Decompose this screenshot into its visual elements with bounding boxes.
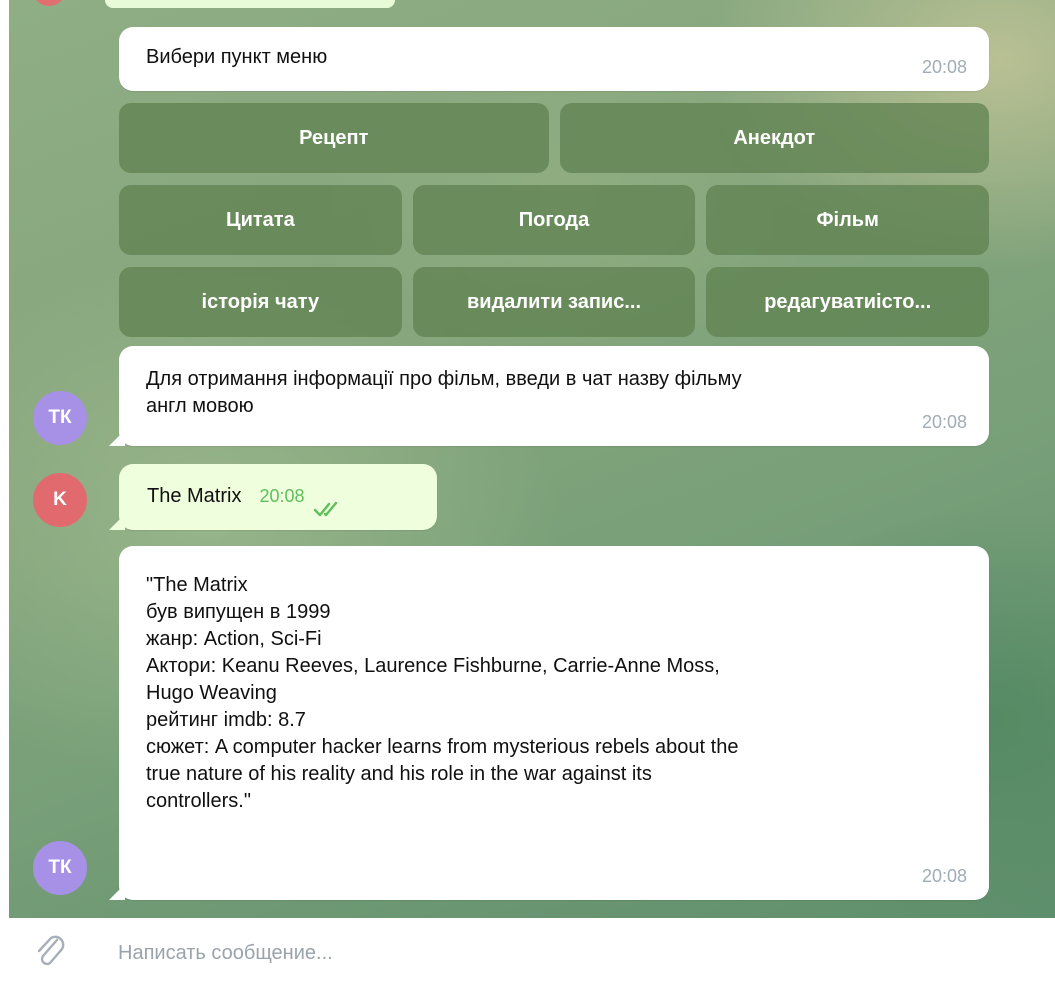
previous-message-bubble [105, 0, 395, 8]
user-avatar[interactable]: K [33, 473, 87, 527]
keyboard-button-recipe[interactable]: Рецепт [119, 103, 549, 173]
keyboard-button-quote[interactable]: Цитата [119, 185, 402, 255]
message-time: 20:08 [921, 57, 967, 77]
message-text: The Matrix [147, 485, 242, 507]
film-prompt-message: Для отримання інформації про фільм, введ… [109, 346, 989, 446]
keyboard-button-film[interactable]: Фільм [706, 185, 990, 255]
keyboard-button-delete-record[interactable]: видалити запис... [412, 267, 696, 337]
bot-avatar[interactable]: ТК [33, 391, 87, 445]
inline-keyboard-row-3: історія чату видалити запис... редагуват… [119, 267, 990, 337]
bot-avatar[interactable]: ТК [33, 841, 87, 895]
paperclip-icon[interactable] [30, 930, 70, 970]
message-composer [0, 918, 1055, 985]
message-text: Вибери пункт меню [146, 46, 328, 68]
read-checkmarks-icon [313, 501, 337, 516]
message-input[interactable] [116, 930, 1020, 976]
film-info-message: "The Matrix був випущен в 1999 жанр: Act… [109, 546, 989, 900]
message-time: 20:08 [921, 866, 967, 886]
chat-background: Вибери пункт меню 20:08 Рецепт Анекдот Ц… [9, 0, 1055, 918]
outgoing-message: The Matrix 20:08 [109, 464, 437, 530]
message-time: 20:08 [259, 486, 305, 506]
keyboard-button-weather[interactable]: Погода [412, 185, 696, 255]
inline-keyboard-row-2: Цитата Погода Фільм [119, 185, 990, 255]
message-text: Для отримання інформації про фільм, введ… [146, 368, 742, 417]
message-text: "The Matrix був випущен в 1999 жанр: Act… [146, 574, 739, 812]
avatar [32, 0, 66, 6]
keyboard-button-joke[interactable]: Анекдот [559, 103, 989, 173]
keyboard-button-edit-history[interactable]: редагуватиісто... [706, 267, 990, 337]
menu-prompt-message: Вибери пункт меню 20:08 [119, 27, 989, 91]
keyboard-button-chat-history[interactable]: історія чату [119, 267, 402, 337]
message-time: 20:08 [921, 412, 967, 432]
inline-keyboard-row-1: Рецепт Анекдот [119, 103, 989, 173]
